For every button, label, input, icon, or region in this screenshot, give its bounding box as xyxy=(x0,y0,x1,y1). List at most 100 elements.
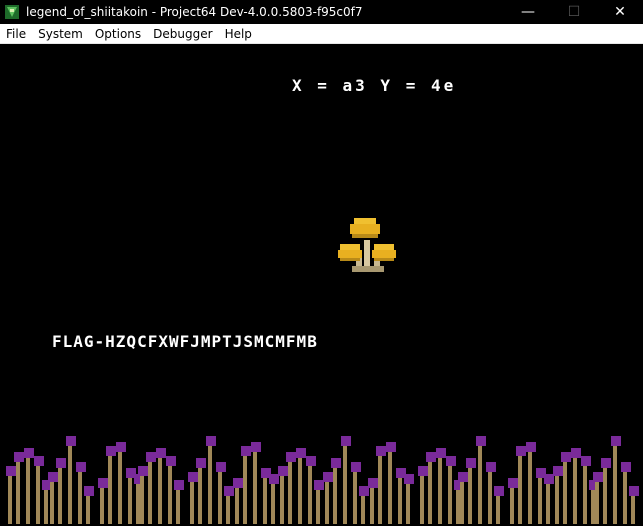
weed-bulb xyxy=(516,446,526,456)
window-controls: — ☐ ✕ xyxy=(505,0,643,24)
purple-weeds-sprite xyxy=(6,436,639,524)
weed-bulb xyxy=(561,452,571,462)
weed-stem xyxy=(128,476,132,524)
weed-stem xyxy=(235,486,239,524)
weed-bulb xyxy=(476,436,486,446)
weed-stem xyxy=(36,464,40,524)
weed-stem xyxy=(271,482,275,524)
weed-stem xyxy=(16,460,20,524)
weed-bulb xyxy=(458,472,468,482)
flag-text: FLAG-HZQCFXWFJMPTJSMCMFMB xyxy=(52,332,318,351)
weed-stem xyxy=(468,466,472,524)
weed-bulb xyxy=(323,472,333,482)
weed-stem xyxy=(546,482,550,524)
weed-stem xyxy=(343,444,347,524)
weed-bulb xyxy=(314,480,324,490)
weed-stem xyxy=(226,494,230,524)
weed-bulb xyxy=(621,462,631,472)
window-title: legend_of_shiitakoin - Project64 Dev-4.0… xyxy=(26,5,363,19)
weed-bulb xyxy=(544,474,554,484)
menu-help[interactable]: Help xyxy=(219,24,258,44)
weed-stem xyxy=(263,476,267,524)
weed-bulb xyxy=(76,462,86,472)
menu-system[interactable]: System xyxy=(32,24,89,44)
weed-bulb xyxy=(418,466,428,476)
weed-bulb xyxy=(571,448,581,458)
minimize-button[interactable]: — xyxy=(505,0,551,24)
weed-stem xyxy=(68,444,72,524)
weed-stem xyxy=(208,444,212,524)
menu-options[interactable]: Options xyxy=(89,24,147,44)
weed-bulb xyxy=(216,462,226,472)
weed-bulb xyxy=(233,478,243,488)
weed-stem xyxy=(50,480,54,524)
weed-stem xyxy=(8,474,12,524)
weed-stem xyxy=(298,456,302,524)
weed-bulb xyxy=(146,452,156,462)
weed-bulb xyxy=(156,448,166,458)
weed-bulb xyxy=(331,458,341,468)
weed-stem xyxy=(478,444,482,524)
weed-stem xyxy=(333,466,337,524)
weed-stem xyxy=(148,460,152,524)
weed-stem xyxy=(583,464,587,524)
weed-stem xyxy=(595,480,599,524)
weed-bulb xyxy=(286,452,296,462)
menu-debugger[interactable]: Debugger xyxy=(147,24,218,44)
weed-bulb xyxy=(526,442,536,452)
weed-bulb xyxy=(601,458,611,468)
weed-bulb xyxy=(116,442,126,452)
weed-bulb xyxy=(98,478,108,488)
weed-stem xyxy=(623,470,627,524)
weed-stem xyxy=(555,474,559,524)
weed-bulb xyxy=(6,466,16,476)
weed-bulb xyxy=(66,436,76,446)
weed-bulb xyxy=(206,436,216,446)
weed-stem xyxy=(86,494,90,524)
shiitake-mushroom-sprite xyxy=(338,218,396,272)
weed-stem xyxy=(406,482,410,524)
weed-bulb xyxy=(593,472,603,482)
weed-bulb xyxy=(376,446,386,456)
close-button[interactable]: ✕ xyxy=(597,0,643,24)
weed-stem xyxy=(420,474,424,524)
weed-bulb xyxy=(466,458,476,468)
weed-stem xyxy=(456,488,460,524)
weed-stem xyxy=(140,474,144,524)
weed-stem xyxy=(388,450,392,524)
weed-stem xyxy=(353,470,357,524)
weed-bulb xyxy=(486,462,496,472)
weed-stem xyxy=(563,460,567,524)
weed-bulb xyxy=(404,474,414,484)
weed-bulb xyxy=(553,466,563,476)
weed-stem xyxy=(438,456,442,524)
menu-file[interactable]: File xyxy=(0,24,32,44)
weed-stem xyxy=(78,470,82,524)
weed-stem xyxy=(518,454,522,524)
game-screen[interactable]: X = a3 Y = 4e FLAG-HZQCFXWFJMPTJSMCMFMB xyxy=(2,44,641,524)
weed-bulb xyxy=(188,472,198,482)
project64-app-icon xyxy=(4,4,20,20)
weed-bulb xyxy=(426,452,436,462)
weed-bulb xyxy=(48,472,58,482)
weed-stem xyxy=(378,454,382,524)
weed-stem xyxy=(528,450,532,524)
weed-stem xyxy=(218,470,222,524)
weed-stem xyxy=(44,488,48,524)
weed-stem xyxy=(538,476,542,524)
weed-stem xyxy=(198,466,202,524)
weed-stem xyxy=(176,488,180,524)
weed-bulb xyxy=(386,442,396,452)
maximize-button[interactable]: ☐ xyxy=(551,0,597,24)
weed-bulb xyxy=(84,486,94,496)
weed-stem xyxy=(158,456,162,524)
weed-bulb xyxy=(306,456,316,466)
weed-stem xyxy=(613,444,617,524)
weed-stem xyxy=(316,488,320,524)
weed-stem xyxy=(361,494,365,524)
weed-stem xyxy=(510,486,514,524)
weed-stem xyxy=(428,460,432,524)
weed-bulb xyxy=(581,456,591,466)
weed-stem xyxy=(168,464,172,524)
weed-stem xyxy=(631,494,635,524)
